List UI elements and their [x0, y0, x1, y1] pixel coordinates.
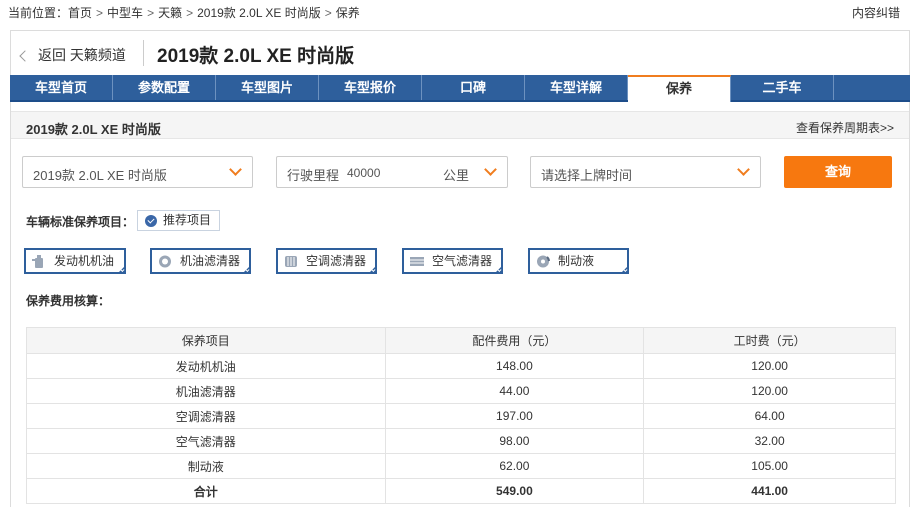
item-label: 发动机机油: [54, 254, 115, 268]
item-label: 空气滤清器: [432, 254, 493, 268]
chevron-down-icon: [737, 163, 750, 176]
cell-parts: 62.00: [384, 453, 645, 479]
model-select[interactable]: 2019款 2.0L XE 时尚版: [22, 156, 253, 188]
item-ac-filter[interactable]: 空调滤清器: [276, 248, 377, 274]
checkmark-corner-icon: [368, 265, 377, 274]
header-divider: [143, 40, 144, 66]
tab-home[interactable]: 车型首页: [10, 75, 113, 100]
maintenance-panel: 2019款 2.0L XE 时尚版 查看保养周期表>> 2019款 2.0L X…: [10, 102, 910, 507]
table-row: 机油滤清器 44.00 120.00: [26, 378, 896, 404]
breadcrumb-home[interactable]: 首页: [68, 6, 92, 20]
tab-prices[interactable]: 车型报价: [319, 75, 422, 100]
cell-parts: 98.00: [384, 428, 645, 454]
report-error-link[interactable]: 内容纠错: [852, 4, 900, 21]
cell-labor: 120.00: [643, 353, 896, 379]
check-circle-icon: [145, 215, 157, 227]
table-row: 空调滤清器 197.00 64.00: [26, 403, 896, 429]
checkmark-corner-icon: [494, 265, 503, 274]
ac-filter-icon: [285, 256, 297, 267]
cell-item: 制动液: [26, 453, 386, 479]
cell-item: 空气滤清器: [26, 428, 386, 454]
total-parts: 549.00: [384, 478, 645, 504]
top-bar: 当前位置：首页 > 中型车 > 天籁 >2019款 2.0L XE 时尚版 > 保养 内容纠错: [0, 0, 916, 22]
query-button[interactable]: 查询: [784, 156, 892, 188]
breadcrumb-midsize[interactable]: 中型车: [107, 6, 143, 20]
breadcrumb-teana[interactable]: 天籁: [158, 6, 182, 20]
recommended-badge: 推荐项目: [137, 210, 221, 231]
checkmark-corner-icon: [242, 265, 251, 274]
cost-calc-label: 保养费用核算：: [26, 294, 111, 308]
checkmark-corner-icon: [117, 265, 126, 274]
total-label: 合计: [26, 478, 386, 504]
table-total-row: 合计 549.00 441.00: [26, 478, 896, 504]
registration-date-select[interactable]: 请选择上牌时间: [530, 156, 761, 188]
oil-filter-icon: [159, 255, 171, 268]
brake-disc-icon: [537, 255, 550, 268]
item-engine-oil[interactable]: 发动机机油: [24, 248, 126, 274]
tab-photos[interactable]: 车型图片: [216, 75, 319, 100]
sub-header: 2019款 2.0L XE 时尚版 查看保养周期表>>: [11, 111, 909, 139]
chevron-down-icon: [484, 163, 497, 176]
total-labor: 441.00: [643, 478, 896, 504]
sub-header-model: 2019款 2.0L XE 时尚版: [26, 122, 161, 137]
table-row: 发动机机油 148.00 120.00: [26, 353, 896, 379]
tab-specs[interactable]: 参数配置: [113, 75, 216, 100]
mileage-unit: 公里: [443, 168, 470, 183]
tab-reviews[interactable]: 口碑: [422, 75, 525, 100]
cell-labor: 120.00: [643, 378, 896, 404]
header-parts-cost: 配件费用（元）: [384, 327, 645, 354]
cost-table: 保养项目 配件费用（元） 工时费（元） 发动机机油 148.00 120.00 …: [26, 327, 896, 504]
page-title: 2019款 2.0L XE 时尚版: [157, 46, 355, 67]
model-select-value: 2019款 2.0L XE 时尚版: [33, 168, 167, 183]
breadcrumb-current: 保养: [335, 6, 360, 20]
table-header-row: 保养项目 配件费用（元） 工时费（元）: [26, 327, 896, 354]
cell-parts: 148.00: [384, 353, 645, 379]
checkmark-corner-icon: [620, 265, 629, 274]
breadcrumb-model[interactable]: 2019款 2.0L XE 时尚版: [197, 6, 321, 20]
chevron-down-icon: [229, 163, 242, 176]
back-label: 返回 天籁频道: [38, 47, 126, 63]
mileage-value[interactable]: 40000: [347, 166, 380, 180]
header-labor-cost: 工时费（元）: [643, 327, 896, 354]
table-row: 空气滤清器 98.00 32.00: [26, 428, 896, 454]
item-oil-filter[interactable]: 机油滤清器: [150, 248, 251, 274]
tab-maintenance[interactable]: 保养: [628, 75, 731, 102]
tab-used-cars[interactable]: 二手车: [731, 75, 834, 100]
back-link[interactable]: 返回 天籁频道: [19, 45, 126, 65]
item-label: 制动液: [558, 254, 595, 268]
tab-details[interactable]: 车型详解: [525, 75, 628, 100]
cell-labor: 105.00: [643, 453, 896, 479]
item-brake-fluid[interactable]: 制动液: [528, 248, 629, 274]
mileage-field[interactable]: 行驶里程 40000 公里: [276, 156, 508, 188]
cell-item: 机油滤清器: [26, 378, 386, 404]
item-label: 空调滤清器: [306, 254, 367, 268]
item-air-filter[interactable]: 空气滤清器: [402, 248, 503, 274]
recommended-label: 推荐项目: [163, 213, 212, 227]
cycle-table-link[interactable]: 查看保养周期表>>: [796, 119, 894, 136]
cell-labor: 32.00: [643, 428, 896, 454]
air-filter-icon: [410, 257, 424, 266]
table-row: 制动液 62.00 105.00: [26, 453, 896, 479]
cell-parts: 44.00: [384, 378, 645, 404]
nav-tabs: 车型首页 参数配置 车型图片 车型报价 口碑 车型详解 保养 二手车: [10, 75, 910, 102]
mileage-label: 行驶里程: [287, 168, 340, 183]
cell-item: 发动机机油: [26, 353, 386, 379]
cell-item: 空调滤清器: [26, 403, 386, 429]
chevron-left-icon: [19, 49, 31, 62]
cell-parts: 197.00: [384, 403, 645, 429]
breadcrumb-prefix: 当前位置：: [8, 6, 69, 20]
breadcrumb: 当前位置：首页 > 中型车 > 天籁 >2019款 2.0L XE 时尚版 > 保养: [8, 6, 360, 20]
page-header: 返回 天籁频道 2019款 2.0L XE 时尚版: [10, 30, 910, 75]
standard-items-label: 车辆标准保养项目：: [26, 215, 135, 229]
oil-bottle-icon: [32, 255, 43, 268]
header-item: 保养项目: [26, 327, 386, 354]
cell-labor: 64.00: [643, 403, 896, 429]
registration-date-placeholder: 请选择上牌时间: [541, 168, 633, 183]
item-label: 机油滤清器: [180, 254, 241, 268]
